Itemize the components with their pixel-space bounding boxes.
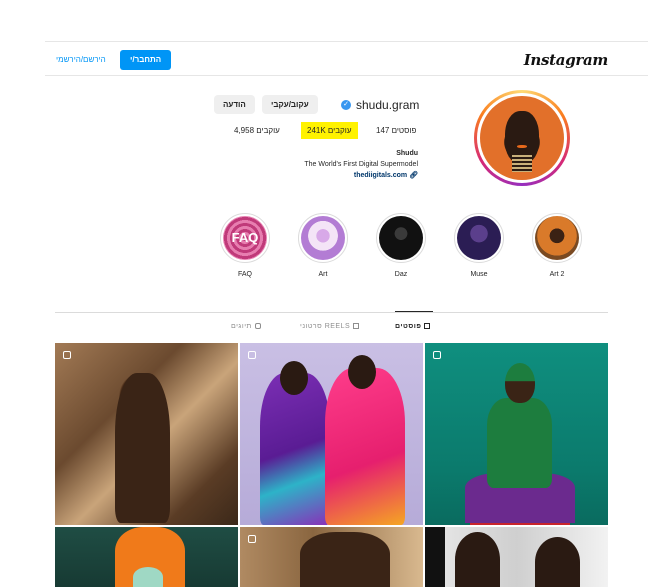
tab-posts[interactable]: פוסטים <box>395 323 431 330</box>
highlight-cover <box>379 216 423 260</box>
highlight-label: Art <box>318 271 328 278</box>
post-image-figure <box>455 532 500 587</box>
carousel-icon <box>63 351 71 359</box>
post-image-figure <box>325 368 405 525</box>
avatar-neck-rings <box>511 154 533 172</box>
post-image-figure <box>115 373 170 523</box>
tab-label: תיוגים <box>231 323 252 330</box>
tab-label: פוסטים <box>395 323 422 330</box>
profile-website-link[interactable]: thediigitals.com 🔗︎ <box>354 171 418 179</box>
avatar-frame <box>477 93 567 183</box>
highlight-cover: FAQ <box>223 216 267 260</box>
highlight-ring <box>532 213 582 263</box>
carousel-icon <box>248 351 256 359</box>
tab-reels[interactable]: סרטוני REELS <box>300 323 360 330</box>
highlight-muse[interactable]: Muse <box>454 213 504 278</box>
post-image-head <box>280 361 308 395</box>
tab-tagged[interactable]: תיוגים <box>231 323 261 330</box>
instagram-profile-page: הירשם/הירשמי התחבר/י Instagram shudu.gra… <box>0 0 661 587</box>
highlight-cover <box>457 216 501 260</box>
highlight-label: Art 2 <box>549 271 565 278</box>
verified-badge-icon: ✓ <box>341 100 351 110</box>
post-image-figure <box>487 398 552 488</box>
link-icon: 🔗︎ <box>409 172 418 179</box>
highlight-ring: FAQ <box>220 213 270 263</box>
highlight-label: Muse <box>470 271 488 278</box>
post-image-bead <box>133 567 163 587</box>
website-link-label: thediigitals.com <box>353 172 408 179</box>
top-navigation-bar: הירשם/הירשמי התחבר/י Instagram <box>45 41 648 76</box>
highlight-faq[interactable]: FAQ FAQ <box>220 213 270 278</box>
highlight-cover-text: FAQ <box>231 230 259 245</box>
highlight-art-2[interactable]: Art 2 <box>532 213 582 278</box>
highlight-ring <box>298 213 348 263</box>
login-button[interactable]: התחבר/י <box>120 50 172 70</box>
highlight-label: Daz <box>394 271 408 278</box>
post-thumbnail[interactable] <box>425 527 608 587</box>
grid-icon <box>424 323 431 329</box>
reels-icon <box>353 323 360 329</box>
post-thumbnail[interactable] <box>55 343 238 525</box>
profile-username: shudu.gram <box>356 98 420 112</box>
highlight-ring <box>454 213 504 263</box>
profile-avatar <box>480 96 564 180</box>
profile-avatar-ring[interactable] <box>474 90 570 186</box>
post-thumbnail[interactable] <box>55 527 238 587</box>
tag-icon <box>254 323 261 329</box>
tabs-divider <box>55 312 608 313</box>
active-tab-indicator <box>395 311 433 312</box>
instagram-logo[interactable]: Instagram <box>524 51 609 69</box>
post-thumbnail[interactable] <box>240 527 423 587</box>
message-button[interactable]: הודעה <box>214 95 255 114</box>
highlight-cover <box>301 216 345 260</box>
highlight-label: FAQ <box>237 271 252 278</box>
post-image-figure <box>300 532 390 587</box>
post-image-figure <box>260 373 330 525</box>
highlight-ring <box>376 213 426 263</box>
following-count[interactable]: 4,958 עוקבים <box>234 126 280 135</box>
avatar-lips <box>516 144 528 149</box>
post-thumbnail[interactable] <box>425 343 608 525</box>
followers-count[interactable]: 241K עוקבים <box>301 122 358 139</box>
profile-full-name: Shudu <box>396 150 418 157</box>
post-image-frame <box>425 527 445 587</box>
post-thumbnail[interactable] <box>240 343 423 525</box>
follow-button[interactable]: עקוב/עקבי <box>262 95 318 114</box>
tab-label: סרטוני REELS <box>300 323 351 330</box>
post-image-head <box>348 355 376 389</box>
post-image-figure <box>535 537 580 587</box>
carousel-icon <box>248 535 256 543</box>
post-image-head <box>505 363 535 403</box>
highlight-art[interactable]: Art <box>298 213 348 278</box>
profile-bio: The World's First Digital Supermodel <box>304 161 418 168</box>
signup-link[interactable]: הירשם/הירשמי <box>56 55 106 64</box>
posts-count: 147 פוסטים <box>376 126 417 135</box>
carousel-icon <box>433 351 441 359</box>
highlight-cover <box>535 216 579 260</box>
highlight-daz[interactable]: Daz <box>376 213 426 278</box>
